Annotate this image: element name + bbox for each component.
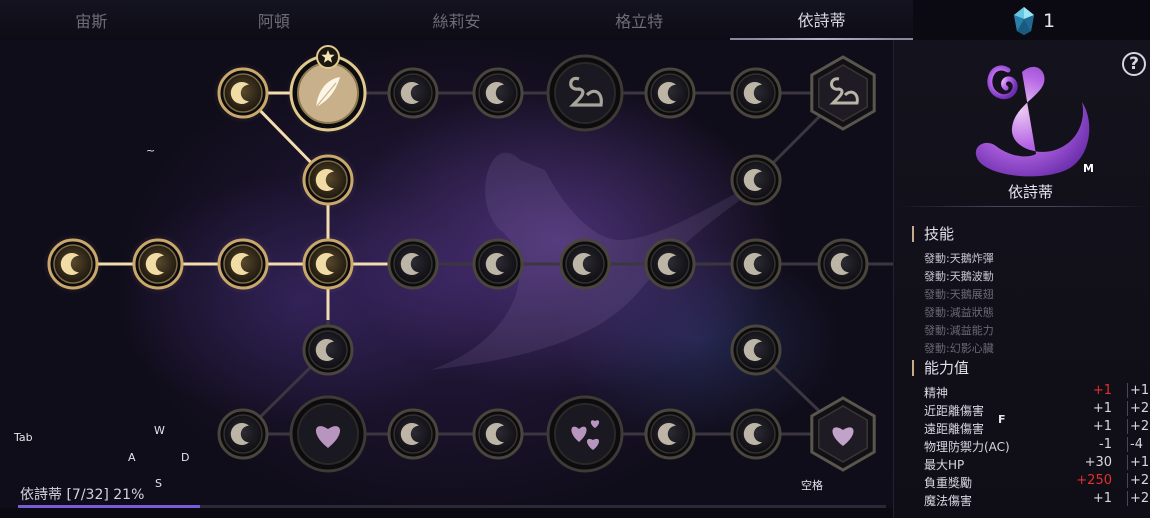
stat-value: +1 [1092, 419, 1112, 434]
panel-divider [897, 206, 1150, 207]
w-key-hint: W [154, 424, 165, 437]
stat-value: +1 [1092, 491, 1112, 506]
stats-title: 能力值 [912, 360, 969, 376]
tab-gelite[interactable]: 格立特 [548, 0, 731, 40]
progress-bar [18, 505, 886, 508]
skill-node-r1c7[interactable] [730, 67, 782, 119]
skill-node-r5c5[interactable] [546, 395, 624, 473]
skill-node-r3c2[interactable] [128, 234, 188, 294]
skill-tree: ~ Tab W A D S 空格 [0, 40, 893, 508]
skill-node-r5c2[interactable] [289, 395, 367, 473]
skill-node-r3c10[interactable] [817, 238, 869, 290]
skill-node-r3c3[interactable] [213, 234, 273, 294]
stat-name: 精神 [924, 386, 949, 400]
tab-silian[interactable]: 絲莉安 [365, 0, 548, 40]
gem-count: 1 [1043, 10, 1056, 32]
stat-next-value: +25 [1127, 473, 1150, 488]
skill-node-r1c4[interactable] [472, 67, 524, 119]
tilde-key-hint: ~ [146, 144, 156, 157]
skill-item: 發動:減益能力 [924, 324, 994, 337]
s-key-hint: S [155, 477, 162, 490]
skill-node-r2c1[interactable] [298, 150, 358, 210]
skill-item: 發動:天鵝炸彈 [924, 252, 994, 265]
help-button[interactable]: ? [1122, 52, 1146, 76]
progress-label: 依詩蒂 [7/32] 21% [20, 487, 145, 503]
stat-next-value: +1 [1127, 383, 1149, 398]
stat-value: +30 [1084, 455, 1112, 470]
m-key-hint: M [1083, 162, 1094, 175]
goddess-name: 依詩蒂 [1008, 183, 1054, 201]
stat-next-value: +10 [1127, 455, 1150, 470]
stat-name: 近距離傷害 [924, 404, 985, 418]
skill-item: 發動:減益狀態 [924, 306, 994, 319]
skill-item: 發動:幻影心臟 [924, 342, 994, 355]
stat-value: -1 [1099, 437, 1112, 452]
stat-next-value: +2 [1127, 401, 1149, 416]
swan-emblem-icon [975, 65, 1090, 177]
skill-node-r3c9[interactable] [730, 238, 782, 290]
tab-aton[interactable]: 阿頓 [183, 0, 366, 40]
skill-node-r4c2[interactable] [730, 324, 782, 376]
stat-next-value: +2 [1127, 419, 1149, 434]
skill-node-r5c3[interactable] [387, 408, 439, 460]
stat-name: 負重獎勵 [924, 476, 973, 490]
skill-node-r4c1[interactable] [302, 324, 354, 376]
skill-node-r5c1[interactable] [217, 408, 269, 460]
stat-name: 魔法傷害 [924, 494, 973, 508]
skill-node-r3c6[interactable] [472, 238, 524, 290]
stat-value: +1 [1092, 401, 1112, 416]
progress-fill [18, 505, 201, 508]
skill-node-r3c1[interactable] [43, 234, 103, 294]
skill-node-r1c5[interactable] [546, 54, 624, 132]
skill-node-r1c1[interactable] [213, 63, 273, 123]
skill-node-r1c8[interactable] [810, 55, 876, 131]
skill-node-r5c4[interactable] [472, 408, 524, 460]
skill-node-r5c6[interactable] [644, 408, 696, 460]
skill-node-r3c8[interactable] [644, 238, 696, 290]
skill-node-r5c7[interactable] [730, 408, 782, 460]
d-key-hint: D [181, 451, 190, 464]
skill-node-r3c4[interactable] [298, 234, 358, 294]
skill-node-r2c2[interactable] [730, 154, 782, 206]
skill-node-r1c6[interactable] [644, 67, 696, 119]
stat-value: +1 [1092, 383, 1112, 398]
stat-name: 最大HP [924, 458, 965, 472]
skill-item: 發動:天鵝波動 [924, 270, 994, 283]
stat-next-value: -4 [1127, 437, 1143, 452]
node-layer [43, 45, 876, 473]
skill-node-r3c5[interactable] [387, 238, 439, 290]
skills-title: 技能 [912, 226, 954, 242]
goddess-tabs: 宙斯 阿頓 絲莉安 格立特 依詩蒂 [0, 0, 913, 41]
skill-node-r3c7[interactable] [559, 238, 611, 290]
skill-tree-canvas [43, 45, 893, 473]
tab-zeus[interactable]: 宙斯 [0, 0, 183, 40]
a-key-hint: A [128, 451, 136, 464]
tab-yishidi[interactable]: 依詩蒂 [730, 0, 913, 40]
tab-key-hint: Tab [14, 431, 33, 444]
stat-name: 物理防禦力(AC) [924, 440, 1010, 454]
skill-node-r5c8[interactable] [810, 396, 876, 472]
stat-name: 遠距離傷害 [924, 422, 985, 436]
space-key-hint: 空格 [801, 479, 823, 492]
f-key-hint: F [998, 413, 1006, 426]
stat-value: +250 [1076, 473, 1112, 488]
stat-next-value: +2 [1127, 491, 1149, 506]
skill-item: 發動:天鵝展翅 [924, 288, 994, 301]
crystal-gem-icon [1014, 7, 1034, 35]
skill-node-r1c3[interactable] [387, 67, 439, 119]
skill-node-r1c2[interactable] [286, 45, 370, 135]
